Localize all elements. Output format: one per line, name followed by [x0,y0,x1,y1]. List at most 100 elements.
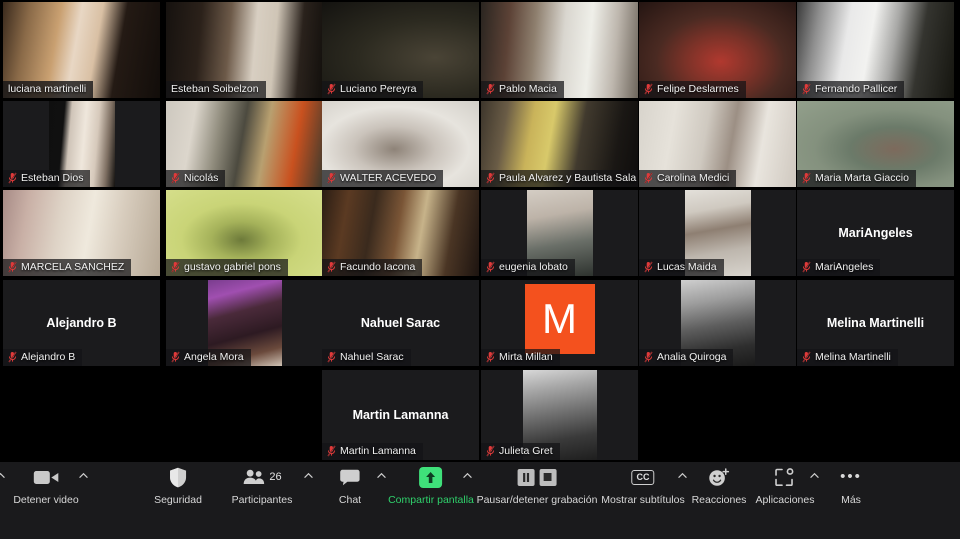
toolbar-button-security[interactable]: Seguridad [154,466,202,506]
participant-tile[interactable]: eugenia lobato [481,190,638,276]
chevron-up-icon-captions[interactable] [678,472,687,481]
toolbar-label: Seguridad [154,494,202,506]
toolbar-button-chat[interactable]: Chat [339,466,361,506]
cc-icon: CC [631,466,655,488]
mic-muted-icon [486,83,495,95]
toolbar-items: Detener video Seguridad 26 Participantes Cha… [0,462,960,515]
participant-name: eugenia lobato [499,261,568,273]
toolbar-button-reactions[interactable]: Reacciones [692,466,746,506]
participant-tile[interactable]: Julieta Gret [481,370,638,460]
participant-tile[interactable]: Esteban Dios [3,101,160,187]
toolbar-label: Aplicaciones [755,494,815,506]
toolbar-button-video[interactable]: Detener video [13,466,79,506]
participant-name: Felipe Deslarmes [657,83,739,95]
people-icon: 26 [242,466,282,488]
participant-tile[interactable]: Angela Mora [166,280,323,366]
participant-tile[interactable]: Carolina Medici [639,101,796,187]
mic-muted-icon [327,83,336,95]
mic-muted-icon [8,261,17,273]
name-plate: Martin Lamanna [322,443,423,460]
participant-name: WALTER ACEVEDO [340,172,437,184]
toolbar-button-captions[interactable]: CC Mostrar subtítulos [601,466,685,506]
mic-muted-icon [8,172,17,184]
chevron-up-icon-participants[interactable] [304,472,313,481]
toolbar-label: Compartir pantalla [388,494,474,506]
participant-tile[interactable]: gustavo gabriel pons [166,190,323,276]
mic-muted-icon [486,261,495,273]
name-plate: Alejandro B [3,349,83,366]
participant-tile[interactable]: Analia Quiroga [639,280,796,366]
toolbar-button-share[interactable]: Compartir pantalla [388,466,474,506]
name-plate: Esteban Dios [3,170,91,187]
name-plate: Paula Alvarez y Bautista Sala [481,170,638,187]
participant-tile[interactable]: Maria Marta Giaccio [797,101,954,187]
participant-tile[interactable]: Lucas Maida [639,190,796,276]
participant-name: Julieta Gret [499,445,553,457]
mic-muted-icon [171,172,180,184]
ellipsis-icon: ••• [840,466,862,488]
name-plate: Luciano Pereyra [322,81,424,98]
camera-icon [33,470,58,484]
mic-muted-icon [171,261,180,273]
toolbar-label: Chat [338,494,362,506]
toolbar-button-apps[interactable]: Aplicaciones [755,466,815,506]
name-plate: Pablo Macia [481,81,564,98]
camera-icon [33,466,59,488]
participant-name: Melina Martinelli [815,351,891,363]
participant-tile[interactable]: Fernando Pallicer [797,2,954,98]
participant-name: Pablo Macia [499,83,557,95]
chat-bubble-icon [340,469,360,485]
chevron-up-icon-chat[interactable] [377,472,386,481]
share-up-arrow-icon [419,466,443,488]
meeting-toolbar: Detener video Seguridad 26 Participantes Cha… [0,462,960,539]
participant-tile[interactable]: luciana martinelli [3,2,160,98]
participant-tile[interactable]: Pablo Macia [481,2,638,98]
toolbar-label: Detener video [13,494,79,506]
participant-name: luciana martinelli [8,83,87,95]
chevron-up-icon-video[interactable] [79,472,88,481]
mic-muted-icon [8,351,17,363]
name-plate: Mirta Millan [481,349,560,366]
participant-tile[interactable]: Alejandro B Alejandro B [3,280,160,366]
mic-muted-icon [802,351,811,363]
toolbar-button-recording[interactable]: Pausar/detener grabación [477,466,597,506]
participant-tile[interactable]: Nahuel Sarac Nahuel Sarac [322,280,479,366]
participant-tile[interactable]: Melina Martinelli Melina Martinelli [797,280,954,366]
mic-muted-icon [644,172,653,184]
participant-tile[interactable]: M Mirta Millan [481,280,638,366]
mic-muted-icon [644,261,653,273]
participant-tile[interactable]: Luciano Pereyra [322,2,479,98]
name-plate: MARCELA SANCHEZ [3,259,132,276]
toolbar-label: Más [841,494,861,506]
participant-count: 26 [269,471,282,483]
pause-stop-icon [517,466,557,488]
participant-name: Nicolás [184,172,219,184]
gallery-grid: luciana martinelli Esteban Soibelzon Lucia… [0,0,960,462]
name-plate: Melina Martinelli [797,349,898,366]
participant-tile[interactable]: Felipe Deslarmes [639,2,796,98]
mic-muted-icon [802,261,811,273]
participant-tile[interactable]: Paula Alvarez y Bautista Sala [481,101,638,187]
participant-tile[interactable]: WALTER ACEVEDO [322,101,479,187]
participant-tile[interactable]: MARCELA SANCHEZ [3,190,160,276]
chevron-up-icon-share[interactable] [463,472,472,481]
shield-icon [170,467,186,487]
participant-name: Carolina Medici [657,172,730,184]
chevron-up-icon-apps[interactable] [810,472,819,481]
participant-tile[interactable]: Facundo Iacona [322,190,479,276]
chevron-up-icon-audio[interactable] [0,472,5,481]
apps-bracket-icon [775,466,795,488]
participant-tile[interactable]: MariAngeles MariAngeles [797,190,954,276]
name-plate: MariAngeles [797,259,881,276]
share-up-arrow-icon [419,466,443,488]
participant-tile[interactable]: Esteban Soibelzon [166,2,323,98]
participant-name: Angela Mora [184,351,244,363]
participant-name: Esteban Soibelzon [171,83,259,95]
participant-tile[interactable]: Nicolás [166,101,323,187]
toolbar-button-more[interactable]: ••• Más [840,466,862,506]
mic-muted-icon [327,351,336,363]
toolbar-button-participants[interactable]: 26 Participantes [232,466,292,506]
participant-tile[interactable]: Martin Lamanna Martin Lamanna [322,370,479,460]
mic-muted-icon [171,351,180,363]
people-icon [243,469,264,484]
